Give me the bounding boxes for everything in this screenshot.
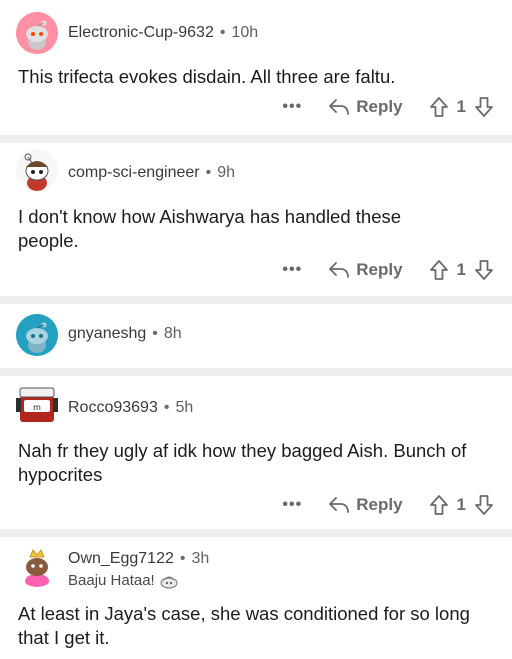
avatar[interactable] [16, 545, 58, 587]
comment-meta: Rocco93693 • 5h [68, 399, 193, 417]
reply-label: Reply [356, 495, 403, 514]
comment-separator [0, 529, 512, 537]
user-flair: Baaju Hataa! [68, 572, 178, 589]
comment-body: At least in Jaya's case, she was conditi… [18, 603, 470, 648]
snoo-avatar-icon [16, 314, 58, 356]
more-options-icon[interactable]: ••• [282, 98, 302, 116]
comment-4: m Rocco93693 • 5h Nah fr they ugly af idk … [0, 376, 512, 529]
comment-3: gnyaneshg • 8h [0, 304, 512, 368]
reply-arrow-icon [329, 497, 350, 513]
comment-1: Electronic-Cup-9632 • 10h This trifecta ev… [0, 0, 512, 143]
meta-separator: • [205, 164, 212, 181]
vote-score: 1 [456, 260, 466, 279]
meta-separator: • [219, 24, 226, 41]
comment-actions: ••• Reply 1 [282, 491, 494, 519]
more-options-icon[interactable]: ••• [282, 261, 302, 279]
vote-controls: 1 [429, 96, 494, 118]
comment-body: I don't know how Aishwarya has handled t… [18, 206, 402, 251]
downvote-arrow-icon[interactable] [474, 96, 494, 118]
meta-separator: • [163, 399, 170, 416]
reply-label: Reply [356, 260, 403, 279]
snoo-avatar-icon [16, 545, 58, 587]
flair-emoji-icon [160, 576, 178, 588]
username[interactable]: gnyaneshg [68, 325, 146, 342]
comment-separator [0, 368, 512, 376]
reply-button[interactable]: Reply [328, 97, 403, 117]
timestamp: 10h [231, 24, 259, 41]
comment-meta: Own_Egg7122 • 3h [68, 550, 209, 568]
comment-actions: ••• Reply 1 [282, 256, 494, 284]
comment-separator [0, 296, 512, 304]
vote-controls: 1 [429, 494, 494, 516]
avatar[interactable] [16, 314, 58, 356]
vote-controls: 1 [429, 259, 494, 281]
flair-text: Baaju Hataa! [68, 572, 155, 589]
comment-actions: ••• Reply 1 [282, 93, 494, 121]
username[interactable]: Own_Egg7122 [68, 550, 174, 567]
upvote-arrow-icon[interactable] [429, 96, 449, 118]
more-options-icon[interactable]: ••• [282, 496, 302, 514]
avatar[interactable]: m [16, 384, 58, 426]
downvote-arrow-icon[interactable] [474, 259, 494, 281]
reply-label: Reply [356, 97, 403, 116]
reply-arrow-icon [329, 99, 350, 115]
snoo-avatar-icon [16, 12, 58, 54]
meta-separator: • [179, 550, 186, 567]
upvote-arrow-icon[interactable] [429, 494, 449, 516]
comment-body: Nah fr they ugly af idk how they bagged … [18, 440, 467, 485]
comment-2: comp-sci-engineer • 9h I don't know how Ai… [0, 143, 512, 296]
snoo-avatar-icon [16, 149, 58, 191]
meta-separator: • [152, 325, 158, 342]
timestamp: 9h [217, 164, 236, 181]
reply-button[interactable]: Reply [328, 260, 403, 280]
timestamp: 8h [163, 325, 182, 342]
snoo-avatar-icon: m [16, 387, 58, 422]
comment-body: This trifecta evokes disdain. All three … [18, 66, 396, 87]
comment-meta: Electronic-Cup-9632 • 10h [68, 24, 258, 42]
vote-score: 1 [456, 495, 466, 514]
comment-5: Own_Egg7122 • 3h Baaju Hataa! At least in … [0, 537, 512, 659]
svg-text:m: m [33, 403, 41, 412]
avatar[interactable] [16, 12, 58, 54]
username[interactable]: Rocco93693 [68, 399, 158, 416]
timestamp: 5h [175, 399, 194, 416]
reply-button[interactable]: Reply [328, 495, 403, 515]
avatar[interactable] [16, 149, 58, 191]
comment-meta: comp-sci-engineer • 9h [68, 164, 235, 182]
vote-score: 1 [456, 97, 466, 116]
downvote-arrow-icon[interactable] [474, 494, 494, 516]
upvote-arrow-icon[interactable] [429, 259, 449, 281]
comment-meta: gnyaneshg • 8h [68, 325, 182, 343]
timestamp: 3h [191, 550, 210, 567]
username[interactable]: Electronic-Cup-9632 [68, 24, 214, 41]
comment-separator [0, 135, 512, 143]
reply-arrow-icon [329, 262, 350, 278]
username[interactable]: comp-sci-engineer [68, 164, 200, 181]
